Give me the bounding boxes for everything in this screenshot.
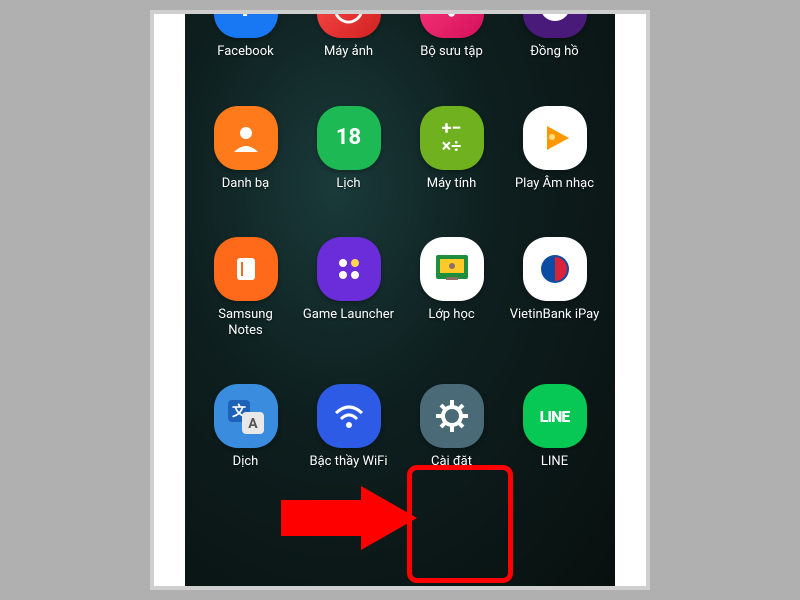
- gear-icon: [420, 384, 484, 448]
- game-launcher-app[interactable]: Game Launcher: [300, 237, 397, 338]
- line-app[interactable]: LINE LINE: [506, 384, 603, 470]
- translate-icon: 文A: [214, 384, 278, 448]
- app-row-1: f Facebook ◯ Máy ảnh ✽ Bộ sưu tập Đồng h…: [185, 14, 615, 60]
- app-row-4: 文A Dịch Bậc thầy WiFi Cài đặt LINE LINE: [185, 384, 615, 470]
- clock-icon: [523, 14, 587, 38]
- app-label: Bậc thầy WiFi: [309, 454, 387, 470]
- flower-icon: ✽: [420, 14, 484, 38]
- vietinbank-icon: [523, 237, 587, 301]
- svg-text:A: A: [248, 416, 258, 432]
- screenshot-frame: f Facebook ◯ Máy ảnh ✽ Bộ sưu tập Đồng h…: [150, 10, 650, 590]
- person-icon: [214, 106, 278, 170]
- translate-app[interactable]: 文A Dịch: [197, 384, 294, 470]
- app-label: Samsung Notes: [200, 307, 292, 338]
- play-music-icon: [523, 106, 587, 170]
- camera-icon: ◯: [317, 14, 381, 38]
- app-label: Danh bạ: [222, 176, 270, 192]
- app-label: Máy tính: [427, 176, 477, 192]
- app-label: Facebook: [217, 44, 273, 60]
- app-label: LINE: [541, 454, 568, 470]
- app-label: Game Launcher: [303, 307, 394, 323]
- highlight-box: [407, 465, 513, 583]
- facebook-app[interactable]: f Facebook: [197, 14, 294, 60]
- app-label: Bộ sưu tập: [420, 44, 483, 60]
- contacts-app[interactable]: Danh bạ: [197, 106, 294, 192]
- calculator-icon: +−×÷: [420, 106, 484, 170]
- facebook-icon: f: [214, 14, 278, 38]
- game-launcher-icon: [317, 237, 381, 301]
- settings-app[interactable]: Cài đặt: [403, 384, 500, 470]
- phone-app-drawer[interactable]: f Facebook ◯ Máy ảnh ✽ Bộ sưu tập Đồng h…: [185, 14, 615, 586]
- app-label: Đồng hồ: [530, 44, 578, 60]
- notes-icon: [214, 237, 278, 301]
- app-label: Cài đặt: [431, 454, 472, 470]
- calendar-app[interactable]: 18 Lịch: [300, 106, 397, 192]
- line-icon: LINE: [523, 384, 587, 448]
- classroom-icon: [420, 237, 484, 301]
- app-label: Máy ảnh: [324, 44, 373, 60]
- clock-app[interactable]: Đồng hồ: [506, 14, 603, 60]
- app-label: Play Âm nhạc: [515, 176, 594, 192]
- vietinbank-app[interactable]: VietinBank iPay: [506, 237, 603, 338]
- samsung-notes-app[interactable]: Samsung Notes: [197, 237, 294, 338]
- app-row-3: Samsung Notes Game Launcher Lớp học Viet…: [185, 237, 615, 338]
- gallery-app[interactable]: ✽ Bộ sưu tập: [403, 14, 500, 60]
- calculator-app[interactable]: +−×÷ Máy tính: [403, 106, 500, 192]
- app-row-2: Danh bạ 18 Lịch +−×÷ Máy tính Play Âm nh…: [185, 106, 615, 192]
- app-label: Dịch: [233, 454, 259, 470]
- play-music-app[interactable]: Play Âm nhạc: [506, 106, 603, 192]
- wifi-master-app[interactable]: Bậc thầy WiFi: [300, 384, 397, 470]
- arrow-icon: [281, 484, 421, 554]
- wifi-icon: [317, 384, 381, 448]
- calendar-icon: 18: [317, 106, 381, 170]
- camera-app[interactable]: ◯ Máy ảnh: [300, 14, 397, 60]
- app-label: VietinBank iPay: [510, 307, 600, 323]
- app-label: Lịch: [336, 176, 360, 192]
- classroom-app[interactable]: Lớp học: [403, 237, 500, 338]
- app-label: Lớp học: [428, 307, 474, 323]
